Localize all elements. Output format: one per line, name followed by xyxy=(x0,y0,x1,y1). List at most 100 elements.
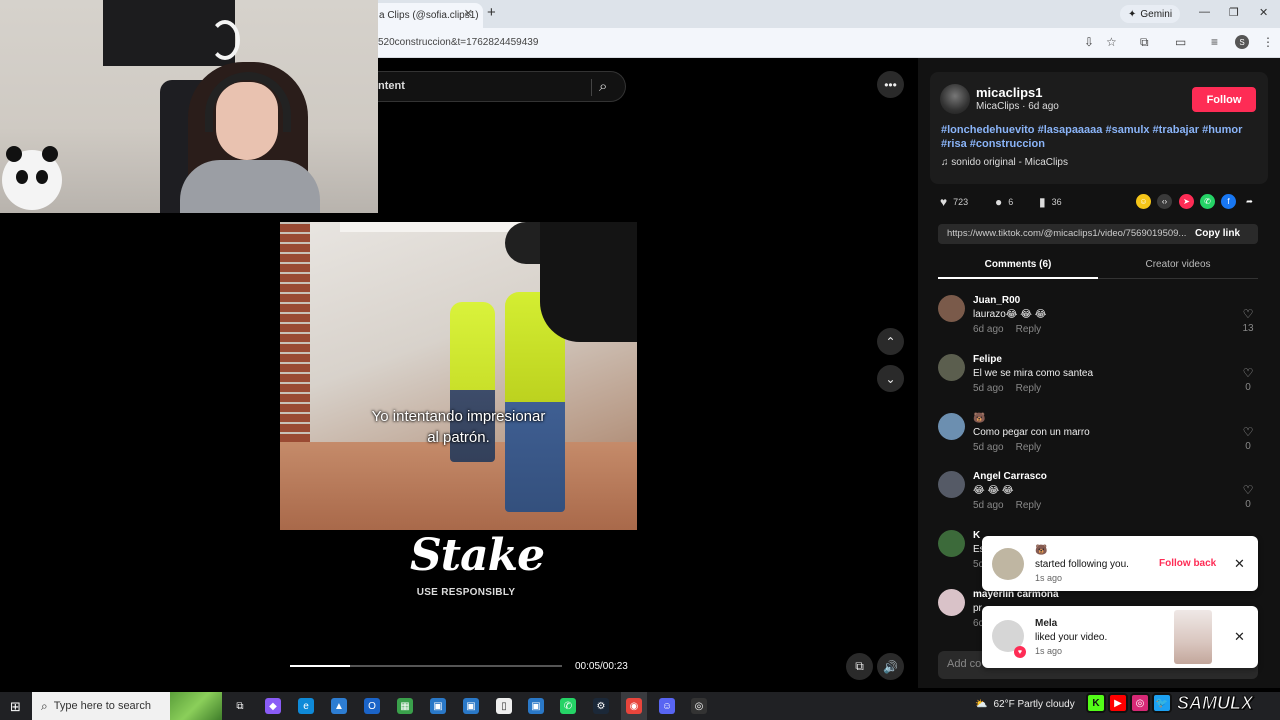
channel-name: SAMULX xyxy=(1177,692,1254,713)
commenter-avatar[interactable] xyxy=(938,354,965,381)
more-options-icon[interactable]: ••• xyxy=(877,71,904,98)
emoji-share-icon[interactable]: ☺ xyxy=(1136,194,1151,209)
whatsapp-icon[interactable]: ✆ xyxy=(1200,194,1215,209)
edge-icon[interactable]: e xyxy=(298,698,314,714)
reply-button[interactable]: Reply xyxy=(1016,324,1042,335)
chevron-down-icon[interactable]: ⌄ xyxy=(877,365,904,392)
minimize-button[interactable]: — xyxy=(1199,6,1210,18)
comment-like-count: 0 xyxy=(1245,382,1251,393)
like-notification[interactable]: ♥ Mela liked your video. 1s ago ✕ xyxy=(982,606,1258,668)
tab-creator-videos[interactable]: Creator videos xyxy=(1098,259,1258,270)
commenter-avatar[interactable] xyxy=(938,589,965,616)
tab-comments[interactable]: Comments (6) xyxy=(938,259,1098,270)
search-highlight-image[interactable] xyxy=(170,692,222,720)
embed-icon[interactable]: ‹› xyxy=(1157,194,1172,209)
comment-count: 6 xyxy=(1008,197,1014,207)
comment-like-icon[interactable]: ♡ xyxy=(1238,425,1258,439)
comment-item: Juan_R00 laurazo😂 😂 😂 6d ago Reply ♡ 13 xyxy=(938,295,1258,349)
video-thumbnail[interactable] xyxy=(1174,610,1212,664)
restore-button[interactable]: ❐ xyxy=(1229,6,1239,19)
creator-avatar[interactable] xyxy=(940,84,970,114)
close-icon[interactable]: ✕ xyxy=(1234,556,1245,572)
commenter-name[interactable]: Juan_R00 xyxy=(973,295,1020,306)
steam-icon[interactable]: ⚙ xyxy=(593,698,609,714)
window-close-button[interactable]: ✕ xyxy=(1259,6,1268,19)
volume-icon[interactable]: 🔊 xyxy=(877,653,904,680)
creator-username[interactable]: micaclips1 xyxy=(976,85,1043,100)
reply-button[interactable]: Reply xyxy=(1016,500,1042,511)
save-button[interactable]: ▮ 36 xyxy=(1039,195,1062,209)
search-input[interactable]: ntent xyxy=(378,80,405,92)
new-tab-button[interactable]: + xyxy=(487,4,496,21)
commenter-avatar[interactable] xyxy=(938,413,965,440)
floating-player-icon[interactable]: ⧉ xyxy=(846,653,873,680)
store-icon[interactable]: ▦ xyxy=(397,698,413,714)
file-icon[interactable]: ▯ xyxy=(496,698,512,714)
search-icon[interactable]: ⌕ xyxy=(599,78,607,95)
reply-button[interactable]: Reply xyxy=(1016,383,1042,394)
like-button[interactable]: ♥ 723 xyxy=(940,195,968,209)
chrome-icon[interactable]: ◉ xyxy=(626,698,642,714)
cast-icon[interactable]: ▭ xyxy=(1175,35,1186,49)
discord-icon[interactable]: ☺ xyxy=(659,698,675,714)
chevron-up-icon[interactable]: ⌃ xyxy=(877,328,904,355)
commenter-name[interactable]: K xyxy=(973,530,980,541)
follow-back-button[interactable]: Follow back xyxy=(1159,558,1216,569)
sponsor-tagline: USE RESPONSIBLY xyxy=(416,587,516,598)
app-icon[interactable]: ▣ xyxy=(430,698,446,714)
install-icon[interactable]: ⇩ xyxy=(1084,35,1094,49)
extensions-icon[interactable]: ⧉ xyxy=(1140,35,1149,50)
post-sound[interactable]: ♫ sonido original - MicaClips xyxy=(941,157,1068,168)
media-icon[interactable]: ≡ xyxy=(1211,35,1218,49)
app-icon[interactable]: ▣ xyxy=(528,698,544,714)
facebook-icon[interactable]: f xyxy=(1221,194,1236,209)
video-player[interactable]: Yo intentando impresionar al patrón. xyxy=(280,222,637,530)
gemini-button[interactable]: ✦ Gemini xyxy=(1120,5,1181,23)
url-text[interactable]: 520construccion&t=1762824459439 xyxy=(378,37,538,48)
share-arrow-icon[interactable]: ➦ xyxy=(1242,194,1257,209)
comment-meta: 5d ago Reply xyxy=(973,383,1042,394)
app-icon[interactable]: ▲ xyxy=(331,698,347,714)
commenter-avatar[interactable] xyxy=(938,295,965,322)
comment-like-icon[interactable]: ♡ xyxy=(1238,483,1258,497)
obs-icon[interactable]: ◎ xyxy=(691,698,707,714)
copilot-icon[interactable]: ◆ xyxy=(265,698,281,714)
star-icon[interactable]: ☆ xyxy=(1106,35,1117,49)
post-info-card: micaclips1 MicaClips · 6d ago Follow #lo… xyxy=(930,72,1268,184)
notification-time: 1s ago xyxy=(1035,573,1063,583)
video-link[interactable]: https://www.tiktok.com/@micaclips1/video… xyxy=(947,228,1187,239)
comment-like-icon[interactable]: ♡ xyxy=(1238,307,1258,321)
commenter-name[interactable]: Felipe xyxy=(973,354,1002,365)
close-icon[interactable]: ✕ xyxy=(1234,629,1245,645)
commenter-avatar[interactable] xyxy=(938,530,965,557)
video-progress-bar[interactable] xyxy=(290,665,562,667)
notification-user: 🐻 xyxy=(1035,545,1048,556)
comment-button[interactable]: ● 6 xyxy=(995,195,1013,209)
commenter-name[interactable]: Angel Carrasco xyxy=(973,471,1047,482)
browser-tab[interactable]: a Clips (@sofia.clips1) ✕ xyxy=(365,3,483,28)
follow-button[interactable]: Follow xyxy=(1192,87,1256,112)
copy-link-button[interactable]: Copy link xyxy=(1195,228,1240,239)
post-hashtags[interactable]: #lonchedehuevito #lasapaaaaa #samulx #tr… xyxy=(941,123,1256,151)
commenter-name[interactable]: 🐻 xyxy=(973,413,985,424)
windows-start-icon[interactable]: ⊞ xyxy=(10,699,21,715)
app-icon[interactable]: ▣ xyxy=(463,698,479,714)
profile-avatar[interactable]: S xyxy=(1235,35,1249,49)
weather-widget[interactable]: ⛅ 62°F Partly cloudy xyxy=(975,699,1075,710)
comment-like-icon[interactable]: ♡ xyxy=(1238,366,1258,380)
reply-button[interactable]: Reply xyxy=(1016,442,1042,453)
weather-icon: ⛅ xyxy=(975,699,988,710)
whatsapp-icon[interactable]: ✆ xyxy=(560,698,576,714)
notification-text: started following you. xyxy=(1035,559,1129,570)
menu-icon[interactable]: ⋮ xyxy=(1262,35,1274,49)
commenter-avatar[interactable] xyxy=(938,471,965,498)
outlook-icon[interactable]: O xyxy=(364,698,380,714)
search-bar[interactable]: ntent ⌕ xyxy=(378,71,626,102)
close-icon[interactable]: ✕ xyxy=(464,7,473,20)
follow-notification[interactable]: 🐻 started following you. 1s ago Follow b… xyxy=(982,536,1258,591)
send-icon[interactable]: ➤ xyxy=(1179,194,1194,209)
task-view-icon[interactable]: ⧉ xyxy=(232,698,248,714)
video-subtitle: Yo intentando impresionar al patrón. xyxy=(371,408,546,446)
comment-meta: 5d ago Reply xyxy=(973,500,1042,511)
link-box: https://www.tiktok.com/@micaclips1/video… xyxy=(938,224,1258,244)
